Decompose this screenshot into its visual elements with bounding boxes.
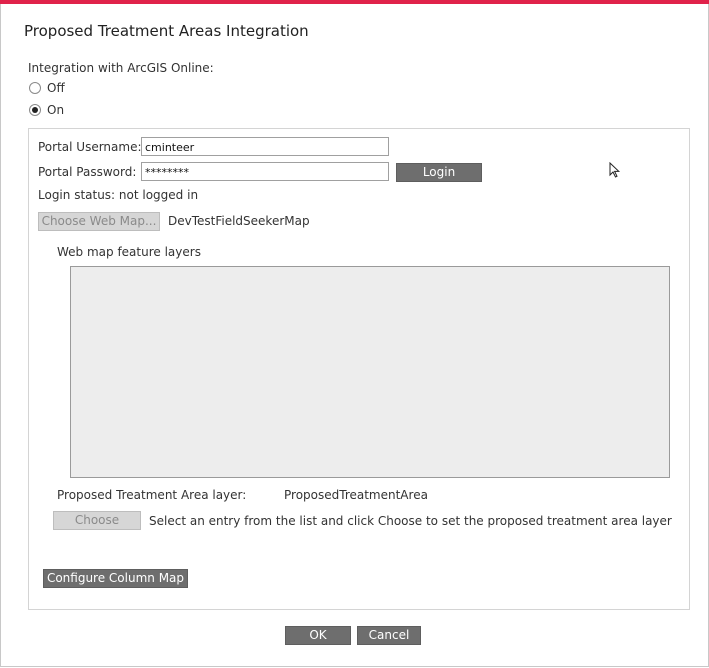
radio-on[interactable] xyxy=(29,104,41,116)
feature-layers-label: Web map feature layers xyxy=(57,245,201,259)
radio-on-dot xyxy=(32,107,38,113)
choose-layer-hint: Select an entry from the list and click … xyxy=(149,514,672,528)
password-input[interactable]: ******** xyxy=(141,162,389,181)
mouse-pointer-icon xyxy=(609,161,621,182)
selected-web-map: DevTestFieldSeekerMap xyxy=(168,214,310,228)
cancel-button[interactable]: Cancel xyxy=(357,626,421,645)
ok-button[interactable]: OK xyxy=(285,626,351,645)
feature-layers-list[interactable] xyxy=(70,266,670,478)
choose-layer-button[interactable]: Choose xyxy=(53,511,141,530)
radio-on-label[interactable]: On xyxy=(47,103,64,117)
treatment-layer-label: Proposed Treatment Area layer: xyxy=(57,488,247,502)
configure-column-map-button[interactable]: Configure Column Map xyxy=(43,569,188,588)
dialog-title: Proposed Treatment Areas Integration xyxy=(24,22,309,40)
integration-label: Integration with ArcGIS Online: xyxy=(28,61,214,75)
radio-off-label[interactable]: Off xyxy=(47,81,65,95)
login-button[interactable]: Login xyxy=(396,163,482,182)
login-status: Login status: not logged in xyxy=(38,188,199,202)
username-input[interactable]: cminteer xyxy=(141,137,389,156)
radio-off[interactable] xyxy=(29,82,41,94)
choose-web-map-button[interactable]: Choose Web Map... xyxy=(38,212,160,231)
treatment-layer-value: ProposedTreatmentArea xyxy=(284,488,428,502)
password-label: Portal Password: xyxy=(38,165,137,179)
username-label: Portal Username: xyxy=(38,140,142,154)
